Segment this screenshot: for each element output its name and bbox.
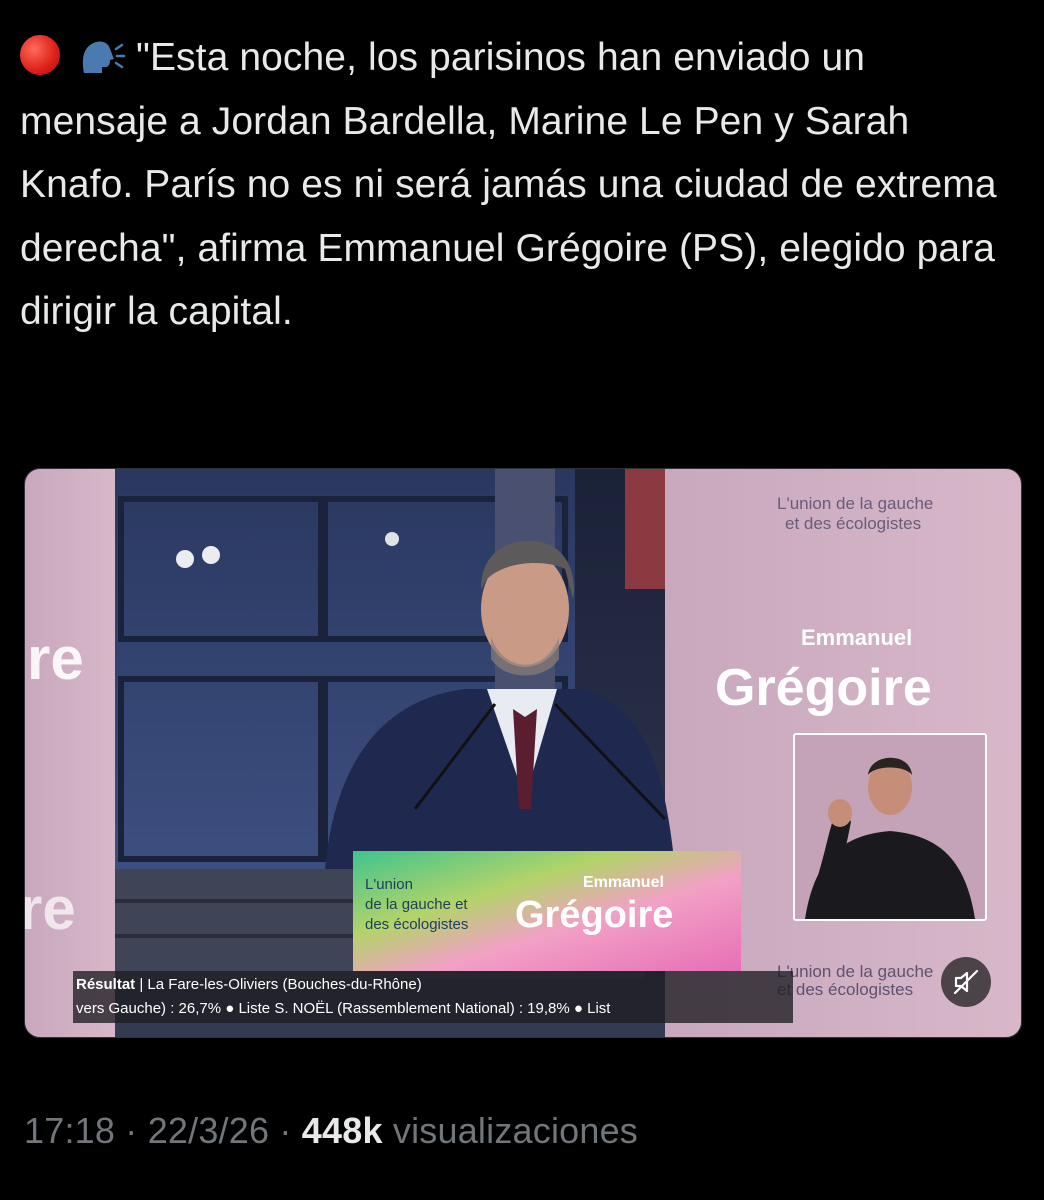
views-label: visualizaciones (382, 1110, 639, 1151)
tweet-text: "Esta noche, los parisinos han enviado u… (20, 26, 1020, 344)
tweet-date[interactable]: 22/3/26 (148, 1110, 270, 1151)
podium-first-name: Emmanuel (583, 874, 664, 891)
backdrop-first-name: Emmanuel (801, 625, 912, 650)
ticker-location: | La Fare-les-Oliviers (Bouches-du-Rhône… (135, 976, 422, 993)
meta-separator: · (269, 1110, 302, 1151)
podium-slogan-3: des écologistes (365, 916, 468, 933)
tweet-time[interactable]: 17:18 (24, 1110, 115, 1151)
speaking-head-icon (82, 41, 126, 73)
sign-interpreter (795, 735, 985, 919)
svg-text:re: re (27, 625, 84, 692)
ticker-line-2: vers Gauche) : 26,7% ● Liste S. NOËL (Ra… (76, 1000, 611, 1017)
news-ticker: Résultat | La Fare-les-Oliviers (Bouches… (73, 971, 793, 1023)
podium-slogan-1: L'union (365, 876, 413, 893)
ticker-line-1: Résultat | La Fare-les-Oliviers (Bouches… (76, 973, 793, 997)
ticker-label: Résultat (76, 976, 136, 993)
backdrop-lower-slogan-2: et des écologistes (777, 980, 913, 999)
red-circle-icon (20, 35, 60, 75)
video-player[interactable]: re re L'union de la gauche et des écolog… (24, 468, 1022, 1038)
podium-slogan-2: de la gauche et (365, 896, 468, 913)
mute-button[interactable] (941, 957, 991, 1007)
podium-last-name: Grégoire (515, 894, 673, 936)
svg-text:re: re (25, 875, 76, 942)
mute-icon (953, 969, 979, 995)
meta-separator: · (115, 1110, 148, 1151)
tweet-metadata: 17:18 · 22/3/26 · 448k visualizaciones (24, 1110, 638, 1152)
view-count: 448k (301, 1110, 383, 1151)
tweet-body: "Esta noche, los parisinos han enviado u… (20, 36, 997, 333)
sign-language-inset (793, 733, 987, 921)
backdrop-lower-slogan-1: L'union de la gauche (777, 962, 933, 981)
backdrop-slogan-1: L'union de la gauche (777, 494, 933, 513)
backdrop-last-name: Grégoire (715, 659, 932, 717)
backdrop-slogan-2: et des écologistes (785, 514, 921, 533)
